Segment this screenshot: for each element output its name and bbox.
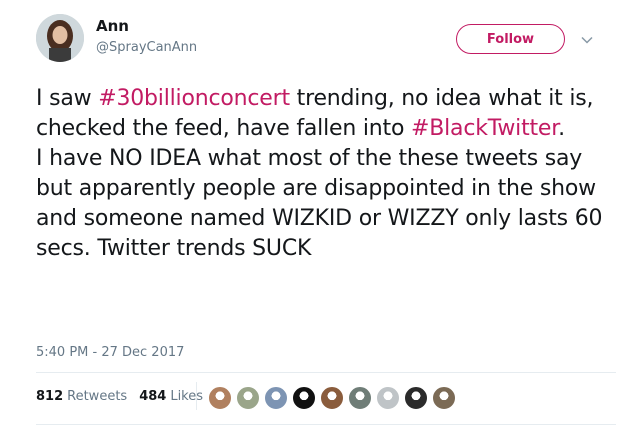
- likes-stat[interactable]: 484 Likes: [139, 389, 203, 404]
- likes-count: 484: [139, 389, 167, 404]
- retweets-count: 812: [36, 389, 64, 404]
- timestamp[interactable]: 5:40 PM - 27 Dec 2017: [36, 345, 184, 360]
- liker-avatar[interactable]: [264, 386, 288, 410]
- follow-button[interactable]: Follow: [456, 24, 565, 54]
- tweet-text-segment: I saw: [36, 86, 99, 111]
- divider: [196, 382, 197, 410]
- likes-label: Likes: [170, 389, 204, 404]
- liker-avatar[interactable]: [348, 386, 372, 410]
- author-name[interactable]: Ann: [96, 17, 129, 35]
- tweet-paragraph-1: I saw #30billionconcert trending, no ide…: [36, 84, 616, 144]
- liker-avatar[interactable]: [376, 386, 400, 410]
- tweet-paragraph-2: I have NO IDEA what most of the these tw…: [36, 146, 603, 261]
- engagement-stats: 812 Retweets 484 Likes: [36, 389, 203, 404]
- hashtag-link[interactable]: #30billionconcert: [98, 86, 290, 111]
- liker-avatars: [208, 386, 460, 410]
- liker-avatar[interactable]: [236, 386, 260, 410]
- author-handle[interactable]: @SprayCanAnn: [96, 40, 197, 55]
- liker-avatar[interactable]: [292, 386, 316, 410]
- divider: [36, 372, 616, 373]
- liker-avatar[interactable]: [320, 386, 344, 410]
- chevron-down-icon[interactable]: [580, 32, 594, 46]
- liker-avatar[interactable]: [432, 386, 456, 410]
- liker-avatar[interactable]: [404, 386, 428, 410]
- divider: [36, 424, 616, 425]
- avatar[interactable]: [36, 14, 84, 62]
- liker-avatar[interactable]: [208, 386, 232, 410]
- tweet-text: I saw #30billionconcert trending, no ide…: [36, 84, 616, 264]
- retweets-label: Retweets: [67, 389, 128, 404]
- retweets-stat[interactable]: 812 Retweets: [36, 389, 127, 404]
- tweet-text-segment: .: [558, 116, 565, 141]
- hashtag-link[interactable]: #BlackTwitter: [411, 116, 558, 141]
